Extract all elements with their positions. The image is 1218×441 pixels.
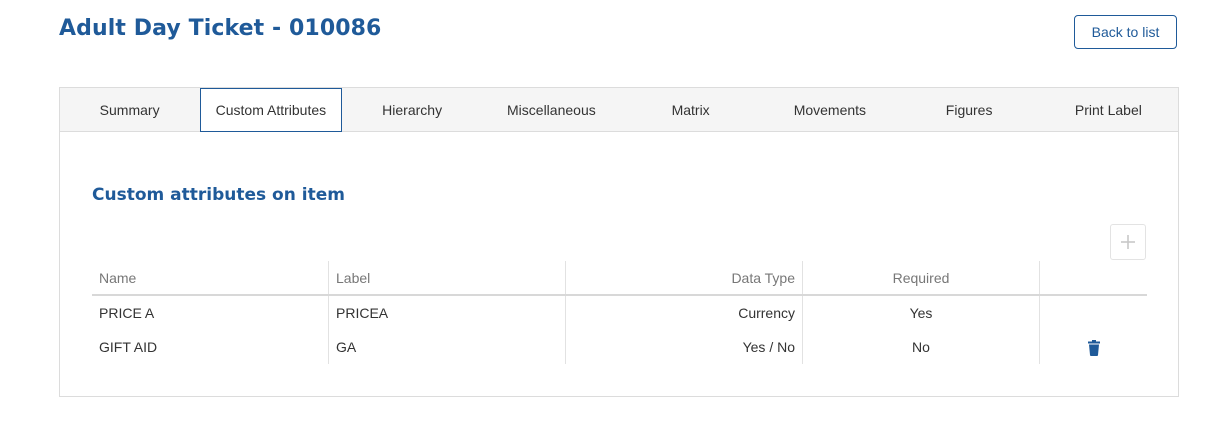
table-row[interactable]: PRICE A PRICEA Currency Yes	[92, 295, 1147, 330]
cell-actions	[1039, 330, 1147, 364]
table-header-row: Name Label Data Type Required	[92, 261, 1147, 296]
plus-icon	[1121, 235, 1135, 249]
trash-icon[interactable]	[1087, 339, 1100, 356]
tab-figures[interactable]: Figures	[900, 88, 1039, 131]
column-header-label[interactable]: Label	[328, 261, 566, 296]
attributes-table: Name Label Data Type Required PRICE A PR…	[92, 261, 1147, 364]
cell-label: GA	[328, 330, 566, 364]
column-header-name[interactable]: Name	[92, 261, 329, 296]
cell-name: PRICE A	[99, 305, 155, 321]
column-header-data-type[interactable]: Data Type	[565, 261, 803, 296]
cell-data-type: Yes / No	[565, 330, 803, 364]
add-attribute-button[interactable]	[1110, 224, 1146, 260]
tab-bar: Summary Custom Attributes Hierarchy Misc…	[60, 88, 1178, 132]
tab-matrix[interactable]: Matrix	[621, 88, 760, 131]
tab-custom-attributes[interactable]: Custom Attributes	[200, 88, 342, 132]
cell-label: PRICEA	[328, 295, 566, 330]
cell-actions	[1039, 295, 1147, 330]
column-header-actions	[1039, 261, 1147, 296]
section-title: Custom attributes on item	[92, 185, 345, 205]
tab-summary[interactable]: Summary	[60, 88, 199, 131]
back-to-list-button[interactable]: Back to list	[1074, 15, 1177, 49]
tab-hierarchy[interactable]: Hierarchy	[343, 88, 482, 131]
cell-data-type: Currency	[565, 295, 803, 330]
item-card: Summary Custom Attributes Hierarchy Misc…	[59, 87, 1179, 397]
tab-print-label[interactable]: Print Label	[1039, 88, 1178, 131]
cell-required: No	[802, 330, 1040, 364]
tab-movements[interactable]: Movements	[760, 88, 899, 131]
page-title: Adult Day Ticket - 010086	[59, 16, 382, 41]
cell-required: Yes	[802, 295, 1040, 330]
tab-miscellaneous[interactable]: Miscellaneous	[482, 88, 621, 131]
table-row[interactable]: GIFT AID GA Yes / No No	[92, 330, 1147, 364]
column-header-required[interactable]: Required	[802, 261, 1040, 296]
cell-name: GIFT AID	[99, 339, 158, 355]
page: Adult Day Ticket - 010086 Back to list S…	[0, 0, 1218, 441]
